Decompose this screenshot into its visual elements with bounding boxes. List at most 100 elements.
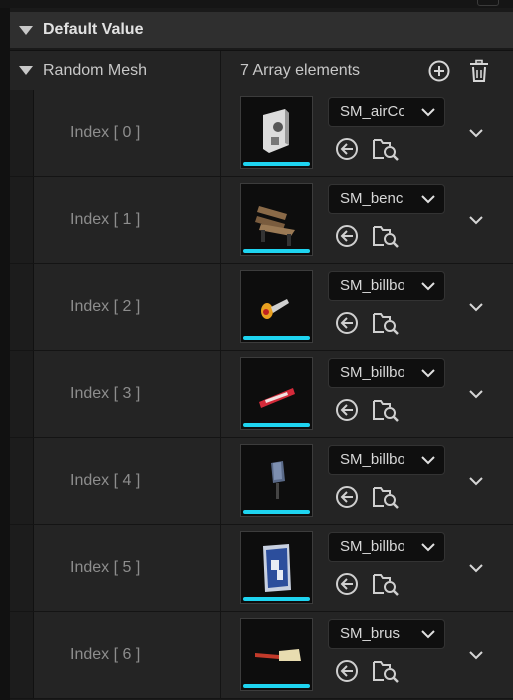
asset-name: SM_airCo (340, 103, 404, 120)
index-label: Index [ 0 ] (70, 124, 141, 141)
folder-search-icon[interactable] (372, 484, 400, 510)
caret-down-icon[interactable] (19, 66, 33, 75)
column-divider[interactable] (220, 612, 221, 698)
asset-type-bar (243, 684, 310, 688)
array-element-row: Index [ 6 ] SM_brus (10, 612, 513, 699)
column-divider[interactable] (220, 525, 221, 611)
plus-circle-icon[interactable] (428, 60, 450, 82)
left-gutter (0, 8, 10, 700)
scrollbar-corner (477, 0, 499, 6)
arrow-left-circle-icon[interactable] (334, 223, 360, 249)
folder-search-icon[interactable] (372, 136, 400, 162)
asset-thumbnail[interactable] (240, 270, 313, 343)
asset-thumbnail[interactable] (240, 96, 313, 169)
arrow-left-circle-icon[interactable] (334, 658, 360, 684)
asset-picker-combo[interactable]: SM_benc (328, 184, 445, 214)
default-value-section-header[interactable]: Default Value (10, 12, 513, 48)
arrow-left-circle-icon[interactable] (334, 136, 360, 162)
array-element-row: Index [ 5 ] SM_billbo (10, 525, 513, 612)
array-element-row: Index [ 0 ] SM_airCo (10, 90, 513, 177)
asset-picker-combo[interactable]: SM_airCo (328, 97, 445, 127)
asset-picker-combo[interactable]: SM_brus (328, 619, 445, 649)
column-divider[interactable] (220, 177, 221, 263)
asset-picker-combo[interactable]: SM_billbo (328, 358, 445, 388)
folder-search-icon[interactable] (372, 571, 400, 597)
billboard-thumbnail-icon (261, 299, 289, 319)
asset-picker-combo[interactable]: SM_billbo (328, 532, 445, 562)
chevron-down-icon[interactable] (466, 645, 486, 665)
folder-search-icon[interactable] (372, 223, 400, 249)
arrow-left-circle-icon[interactable] (334, 571, 360, 597)
chevron-down-icon[interactable] (466, 558, 486, 578)
chevron-down-icon (421, 456, 435, 465)
index-label: Index [ 5 ] (70, 559, 141, 576)
asset-thumbnail[interactable] (240, 618, 313, 691)
chevron-down-icon[interactable] (466, 123, 486, 143)
asset-type-bar (243, 249, 310, 253)
asset-thumbnail[interactable] (240, 183, 313, 256)
arrow-left-circle-icon[interactable] (334, 310, 360, 336)
column-divider[interactable] (220, 264, 221, 350)
top-strip (0, 0, 513, 8)
row-indent (10, 612, 34, 698)
billboard-thumbnail-icon (271, 461, 285, 499)
folder-search-icon[interactable] (372, 397, 400, 423)
index-label: Index [ 6 ] (70, 646, 141, 663)
array-element-row: Index [ 4 ] SM_billbo (10, 438, 513, 525)
row-indent (10, 351, 34, 437)
row-indent (10, 177, 34, 263)
array-element-row: Index [ 1 ] SM_benc (10, 177, 513, 264)
chevron-down-icon (421, 282, 435, 291)
air-conditioner-thumbnail-icon (263, 109, 289, 153)
arrow-left-circle-icon[interactable] (334, 397, 360, 423)
index-label: Index [ 3 ] (70, 385, 141, 402)
asset-name: SM_billbo (340, 277, 404, 294)
asset-name: SM_benc (340, 190, 404, 207)
asset-type-bar (243, 423, 310, 427)
asset-thumbnail[interactable] (240, 444, 313, 517)
asset-name: SM_billbo (340, 451, 404, 468)
asset-thumbnail[interactable] (240, 357, 313, 430)
chevron-down-icon[interactable] (466, 384, 486, 404)
trash-icon[interactable] (468, 59, 490, 83)
column-divider[interactable] (220, 51, 221, 90)
column-divider[interactable] (220, 351, 221, 437)
column-divider[interactable] (220, 438, 221, 524)
asset-type-bar (243, 597, 310, 601)
row-indent (10, 90, 34, 176)
bench-thumbnail-icon (255, 206, 295, 246)
array-element-row: Index [ 2 ] SM_billbo (10, 264, 513, 351)
chevron-down-icon (421, 543, 435, 552)
asset-type-bar (243, 336, 310, 340)
index-label: Index [ 4 ] (70, 472, 141, 489)
asset-name: SM_billbo (340, 364, 404, 381)
caret-down-icon[interactable] (19, 25, 33, 35)
row-indent (10, 525, 34, 611)
array-elements-list: Index [ 0 ] SM_airCo Index [1] SM_benc… (10, 90, 513, 699)
asset-type-bar (243, 162, 310, 166)
folder-search-icon[interactable] (372, 310, 400, 336)
arrow-left-circle-icon[interactable] (334, 484, 360, 510)
random-mesh-array-row: Random Mesh 7 Array elements (10, 50, 513, 90)
brush-thumbnail-icon (255, 649, 301, 661)
array-element-count: 7 Array elements (240, 62, 361, 79)
billboard-thumbnail-icon (263, 544, 291, 592)
chevron-down-icon[interactable] (466, 297, 486, 317)
array-element-row: Index [ 3 ] SM_billbo (10, 351, 513, 438)
column-divider[interactable] (220, 90, 221, 176)
index-label: Index [ 2 ] (70, 298, 141, 315)
folder-search-icon[interactable] (372, 658, 400, 684)
row-indent (10, 438, 34, 524)
chevron-down-icon[interactable] (466, 471, 486, 491)
asset-type-bar (243, 510, 310, 514)
asset-picker-combo[interactable]: SM_billbo (328, 445, 445, 475)
asset-picker-combo[interactable]: SM_billbo (328, 271, 445, 301)
chevron-down-icon (421, 630, 435, 639)
asset-thumbnail[interactable] (240, 531, 313, 604)
chevron-down-icon (421, 369, 435, 378)
row-indent (10, 264, 34, 350)
asset-name: SM_brus (340, 625, 401, 642)
billboard-thumbnail-icon (259, 388, 295, 408)
chevron-down-icon[interactable] (466, 210, 486, 230)
asset-name: SM_billbo (340, 538, 404, 555)
